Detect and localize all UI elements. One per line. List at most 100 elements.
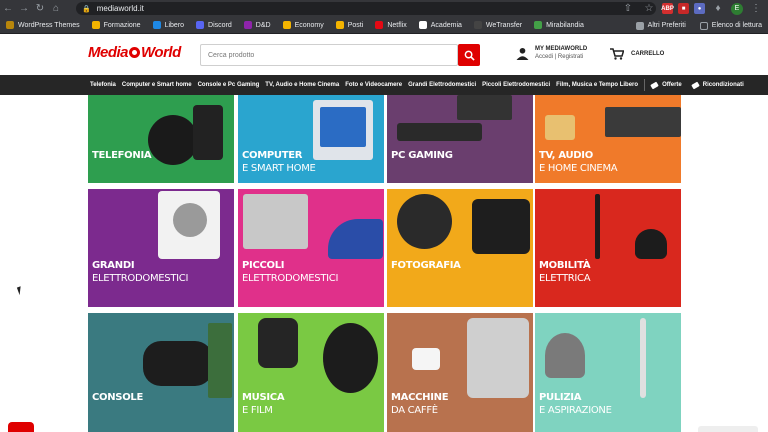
chat-widget-button[interactable]	[8, 422, 34, 432]
logo-text-media: Media	[88, 44, 129, 61]
category-nav-item[interactable]: Computer e Smart home	[122, 82, 192, 88]
product-image	[457, 95, 512, 120]
home-icon[interactable]: ⌂	[48, 0, 64, 17]
tile-label-line1: PC GAMING	[391, 150, 453, 161]
bookmark-label: Discord	[208, 21, 232, 29]
bookmark-item[interactable]: Discord	[196, 21, 232, 29]
tile-label: MOBILITÀ ELETTRICA	[539, 259, 591, 285]
search-icon	[464, 50, 475, 61]
nav-badge-label: Ricondizionati	[702, 82, 744, 88]
account-link[interactable]: MY MEDIAWORLD Accedi | Registrati	[516, 46, 587, 60]
star-icon[interactable]: ☆	[641, 0, 657, 17]
tile-label: TV, AUDIO E HOME CINEMA	[539, 149, 618, 175]
search-input[interactable]: Cerca prodotto	[200, 44, 458, 66]
bookmark-item[interactable]: Netflix	[375, 21, 407, 29]
bookmark-item[interactable]: WeTransfer	[473, 21, 522, 29]
tile-label: PULIZIA E ASPIRAZIONE	[539, 391, 612, 417]
menu-dots-icon[interactable]: ⋮	[748, 0, 764, 17]
tag-icon	[650, 81, 659, 89]
category-nav-item[interactable]: Piccoli Elettrodomestici	[482, 82, 550, 88]
back-icon[interactable]: ←	[0, 0, 16, 17]
category-nav-item[interactable]: TV, Audio e Home Cinema	[265, 82, 339, 88]
category-tile-telefonia[interactable]: TELEFONIA	[88, 95, 234, 183]
tile-label-line1: PICCOLI	[242, 260, 285, 271]
bottom-right-widget[interactable]	[698, 426, 758, 432]
product-image	[635, 229, 667, 259]
category-tile-mobilita-elettrica[interactable]: MOBILITÀ ELETTRICA	[535, 189, 681, 307]
search-button[interactable]	[458, 44, 480, 66]
bookmark-label: D&D	[255, 21, 271, 29]
category-tile-pc-gaming[interactable]: PC GAMING	[387, 95, 533, 183]
bookmark-item[interactable]: Academia	[418, 21, 462, 29]
bookmark-favicon-icon	[196, 21, 205, 29]
product-image	[243, 194, 308, 249]
logo-text-world: World	[141, 44, 181, 61]
category-nav-item[interactable]: Film, Musica e Tempo Libero	[556, 82, 638, 88]
category-tile-macchine-caffe[interactable]: MACCHINE DA CAFFÈ	[387, 313, 533, 432]
bookmark-item[interactable]: WordPress Themes	[6, 21, 80, 29]
tile-label: GRANDI ELETTRODOMESTICI	[92, 259, 188, 285]
category-tile-console[interactable]: CONSOLE	[88, 313, 234, 432]
nav-ricondizionati[interactable]: Ricondizionati	[690, 81, 744, 89]
bookmark-favicon-icon	[243, 21, 252, 29]
bookmark-item[interactable]: Libero	[152, 21, 184, 29]
reading-list-icon	[699, 21, 708, 30]
nav-offerte[interactable]: Offerte	[650, 81, 682, 89]
adblock-extension-icon[interactable]: ABP	[661, 3, 674, 14]
nav-divider	[644, 79, 646, 91]
category-tile-pulizia-aspirazione[interactable]: PULIZIA E ASPIRAZIONE	[535, 313, 681, 432]
account-title: MY MEDIAWORLD	[535, 46, 588, 52]
tile-label: TELEFONIA	[92, 149, 152, 162]
tile-label-line1: MUSICA	[242, 392, 285, 403]
category-tile-musica-film[interactable]: MUSICA E FILM	[238, 313, 384, 432]
category-tile-computer-smart-home[interactable]: COMPUTER E SMART HOME	[238, 95, 384, 183]
profile-avatar[interactable]: E	[731, 2, 743, 15]
tile-label: PICCOLI ELETTRODOMESTICI	[242, 259, 338, 285]
share-icon[interactable]: ⇧	[620, 0, 636, 17]
bookmark-label: Formazione	[103, 21, 141, 29]
bookmark-label: Elenco di lettura	[711, 22, 762, 29]
cart-link[interactable]: CARRELLO	[610, 48, 664, 60]
other-bookmarks-folder[interactable]: Altri Preferiti	[635, 21, 686, 30]
browser-actions: ⇧ ☆ ABP ■ ● ♦ E ⋮	[620, 0, 764, 17]
bookmark-item[interactable]: Posti	[335, 21, 363, 29]
bookmark-label: Netflix	[387, 21, 407, 29]
tile-label-line1: PULIZIA	[539, 392, 582, 403]
category-tile-fotografia[interactable]: FOTOGRAFIA	[387, 189, 533, 307]
tile-label: PC GAMING	[391, 149, 453, 162]
tile-label: FOTOGRAFIA	[391, 259, 461, 272]
bookmark-label: Altri Preferiti	[647, 22, 686, 29]
forward-icon[interactable]: →	[16, 0, 32, 17]
tile-label-line2: E ASPIRAZIONE	[539, 405, 612, 416]
puzzle-extensions-icon[interactable]: ♦	[710, 0, 726, 17]
category-nav-item[interactable]: Grandi Elettrodomestici	[408, 82, 476, 88]
tile-label-line2: ELETTRODOMESTICI	[242, 273, 339, 284]
address-bar[interactable]: 🔒 mediaworld.it	[76, 2, 656, 15]
lock-icon: 🔒	[82, 5, 91, 13]
tile-label-line2: DA CAFFÈ	[391, 405, 438, 416]
category-tile-tv-audio-home-cinema[interactable]: TV, AUDIO E HOME CINEMA	[535, 95, 681, 183]
reading-list[interactable]: Elenco di lettura	[699, 21, 762, 30]
mediaworld-logo[interactable]: Media World	[88, 44, 181, 61]
bookmark-item[interactable]: Formazione	[91, 21, 141, 29]
extension-icon[interactable]: ■	[678, 3, 689, 14]
bookmark-label: Economy	[294, 21, 324, 29]
product-image	[320, 107, 366, 147]
nav-badge-label: Offerte	[662, 82, 682, 88]
tile-label-line2: ELETTRODOMESTICI	[92, 273, 189, 284]
extension-badge-icon[interactable]: ●	[694, 3, 705, 14]
bookmark-item[interactable]: Economy	[282, 21, 324, 29]
category-nav-item[interactable]: Foto e Videocamere	[345, 82, 402, 88]
category-tile-grandi-elettrodomestici[interactable]: GRANDI ELETTRODOMESTICI	[88, 189, 234, 307]
mouse-cursor-icon	[16, 284, 28, 296]
bookmark-favicon-icon	[534, 21, 543, 29]
bookmark-item[interactable]: D&D	[243, 21, 271, 29]
category-nav-item[interactable]: Console e Pc Gaming	[198, 82, 260, 88]
category-tile-piccoli-elettrodomestici[interactable]: PICCOLI ELETTRODOMESTICI	[238, 189, 384, 307]
bookmark-item[interactable]: Mirabilandia	[534, 21, 584, 29]
product-image	[595, 194, 600, 259]
product-image	[208, 323, 232, 398]
category-nav-item[interactable]: Telefonia	[90, 82, 116, 88]
reload-icon[interactable]: ↻	[32, 0, 48, 17]
account-login-register[interactable]: Accedi | Registrati	[535, 54, 587, 60]
